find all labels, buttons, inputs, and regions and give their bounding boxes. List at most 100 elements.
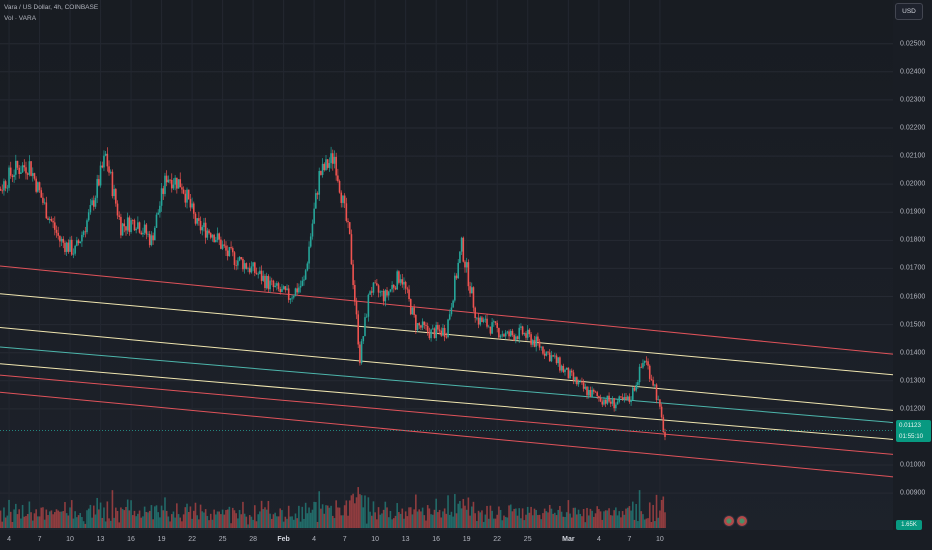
volume-bar [92, 505, 95, 528]
volume-bar [462, 498, 465, 528]
volume-bar [660, 499, 663, 528]
candle-body [23, 165, 26, 168]
volume-bar [9, 511, 12, 528]
volume-bar [657, 517, 660, 528]
candle-body [531, 340, 534, 345]
volume-bar [103, 507, 105, 528]
candle-body [391, 284, 393, 290]
price-axis[interactable]: 0.02500 0.02400 0.02300 0.02200 0.02100 0.020… [893, 0, 932, 550]
volume-bar [79, 512, 82, 528]
candle-body [81, 234, 83, 242]
volume-bar [459, 501, 461, 528]
price-chart[interactable] [0, 0, 893, 530]
candle-body [40, 190, 43, 198]
time-axis[interactable]: 4 7 10 13 16 19 22 25 28 Feb 4 7 10 13 16 19 22 25 Mar 4 7 10 [0, 530, 893, 550]
candle-body [57, 232, 59, 236]
volume-bar [631, 501, 634, 528]
candle-body [447, 319, 449, 338]
volume-bar [208, 520, 210, 528]
volume-bar [374, 512, 376, 528]
volume-bar [367, 497, 370, 528]
candle-body [340, 192, 343, 203]
volume-bar [550, 508, 553, 528]
volume-bar [138, 510, 141, 528]
candle-body [87, 212, 90, 221]
volume-bar [540, 519, 543, 528]
volume-bar [91, 517, 93, 528]
volume-bar [623, 514, 626, 528]
candle-body [135, 228, 137, 231]
volume-bar [423, 515, 426, 528]
candle-body [348, 222, 351, 235]
channel-lines[interactable] [0, 265, 893, 478]
volume-bar [531, 515, 534, 528]
volume-bar [247, 524, 249, 528]
candle-body [59, 235, 61, 242]
volume-bar [611, 515, 614, 528]
volume-bar [311, 509, 314, 528]
candle-body [230, 247, 232, 249]
candle-body [140, 232, 143, 235]
volume-bar [521, 508, 524, 528]
candle-body [243, 263, 246, 270]
volume-bar [287, 505, 290, 528]
candle-body [206, 230, 209, 238]
volume-bar [420, 511, 422, 528]
candle-body [413, 307, 415, 315]
volume-bar [484, 514, 487, 528]
volume-bar [652, 504, 654, 528]
candle-body [494, 321, 497, 323]
volume-bar [452, 516, 454, 528]
volume-bar [493, 518, 495, 528]
volume-bar [398, 512, 400, 528]
volume-bar [659, 510, 661, 528]
candle-body [48, 218, 51, 220]
volume-bar [572, 507, 575, 528]
symbol-legend[interactable]: Vara / US Dollar, 4h, COINBASE [4, 4, 98, 11]
volume-bar [118, 522, 121, 528]
candle-body [313, 208, 315, 224]
volume-bar [570, 517, 573, 528]
volume-bar [559, 505, 561, 528]
volume-bar [47, 515, 49, 528]
event-flag-icon[interactable] [736, 515, 748, 527]
volume-bar [306, 513, 309, 528]
volume-bar [115, 507, 117, 528]
volume-bar [76, 517, 78, 528]
time-axis-label: 10 [66, 536, 74, 543]
candle-body [181, 187, 183, 190]
candle-body [186, 189, 188, 203]
volume-bar [315, 502, 317, 528]
volume-bar [509, 504, 512, 528]
volume-bar [189, 506, 192, 528]
volume-bar [98, 509, 100, 528]
candle-body [262, 275, 265, 281]
currency-button[interactable]: USD [895, 3, 923, 20]
volume-bar [382, 509, 385, 528]
candle-body [401, 279, 404, 285]
volume-bar [67, 515, 70, 528]
volume-bar [613, 510, 615, 528]
volume-legend[interactable]: Vol · VARA [4, 15, 36, 22]
volume-bar [654, 521, 656, 528]
candle-body [65, 242, 68, 252]
candle-body [416, 323, 419, 331]
event-flag-icon[interactable] [723, 515, 735, 527]
volume-bar [143, 506, 146, 528]
candle-body [611, 398, 614, 404]
volume-bar [150, 505, 153, 528]
price-axis-label: 0.01200 [900, 405, 926, 413]
candle-body [99, 165, 102, 186]
price-axis-label: 0.01300 [900, 377, 926, 385]
volume-bar [131, 515, 134, 528]
candle-body [269, 280, 271, 290]
volume-bar [637, 521, 639, 528]
candle-body [13, 174, 15, 178]
time-axis-label: 10 [656, 536, 664, 543]
volume-bar [240, 514, 243, 528]
volume-bar [640, 511, 643, 528]
candle-body [537, 336, 539, 342]
volume-bar [389, 510, 392, 528]
volume-bar [123, 510, 126, 528]
volume-bar [603, 511, 605, 528]
